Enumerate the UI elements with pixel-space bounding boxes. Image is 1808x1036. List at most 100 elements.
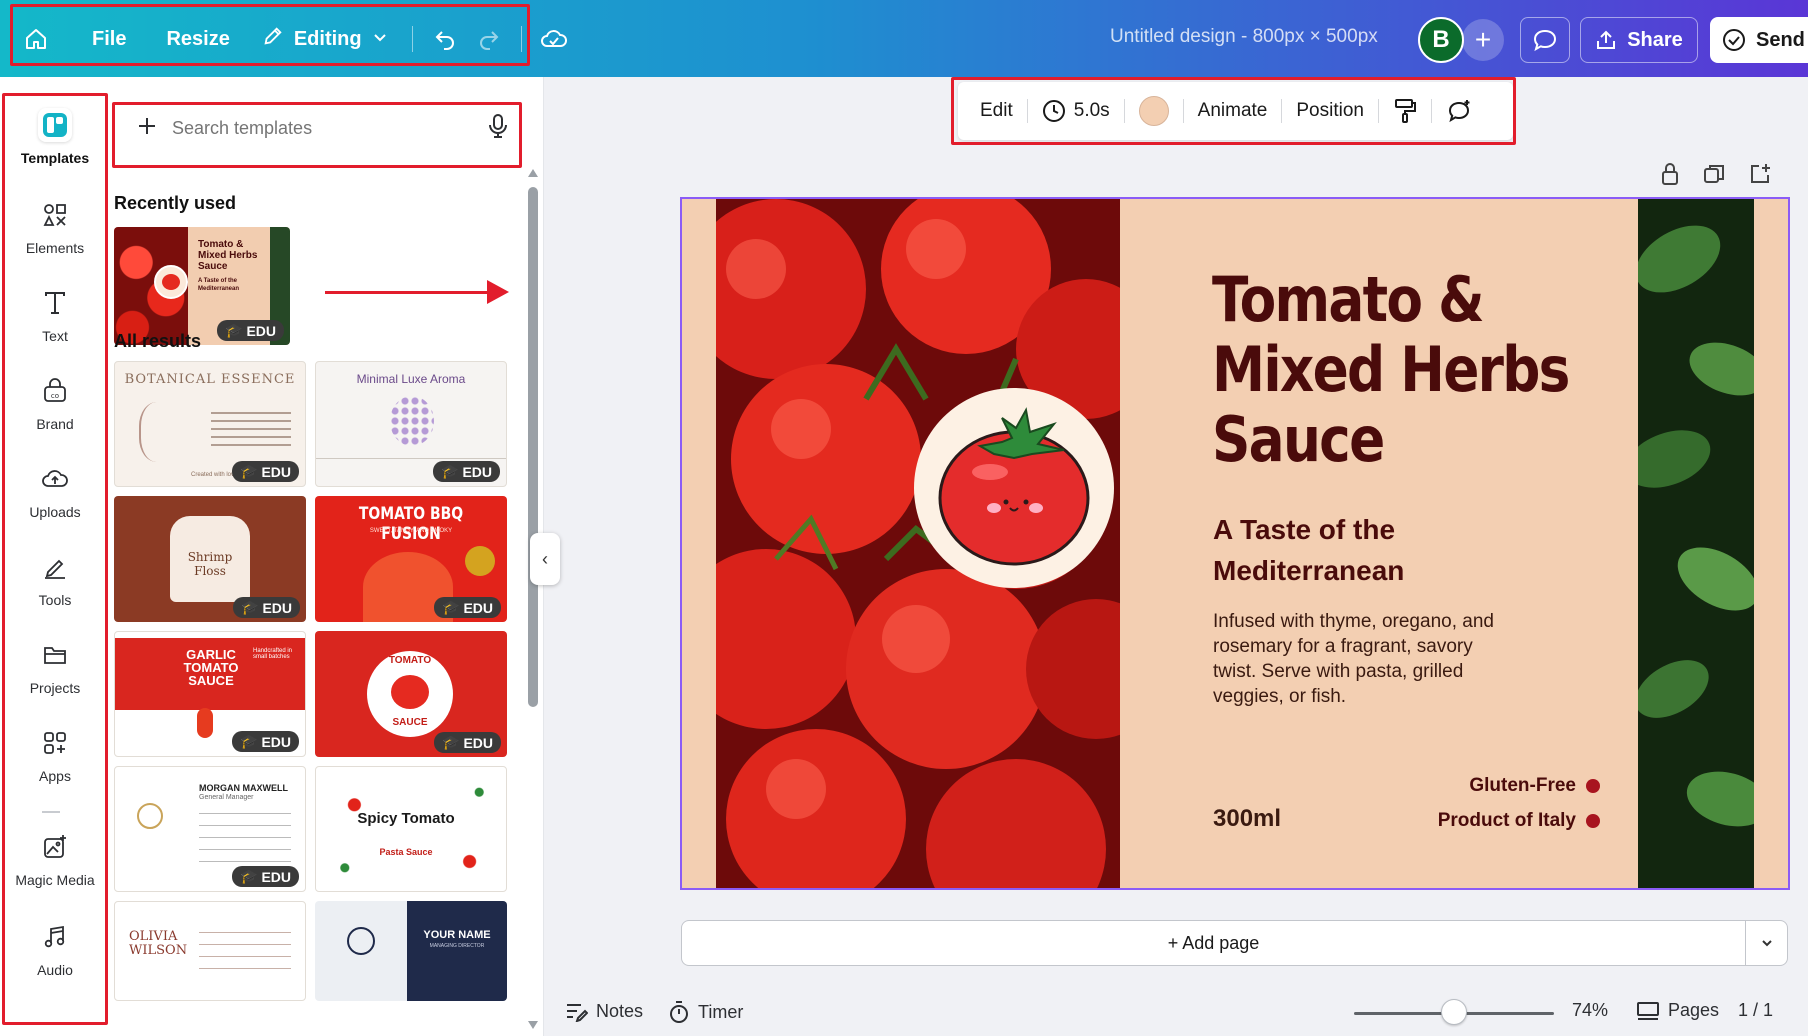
edu-label: EDU: [262, 599, 292, 616]
comments-button[interactable]: [1520, 17, 1570, 63]
toolbar-divider: [520, 26, 522, 52]
home-icon[interactable]: [14, 17, 58, 61]
thumb-sub: A Taste of the Mediterranean: [198, 277, 239, 293]
template-result[interactable]: TOMATO SAUCE 🎓 EDU: [315, 631, 507, 757]
position-button[interactable]: Position: [1282, 91, 1378, 131]
design-volume[interactable]: 300ml: [1213, 805, 1281, 833]
add-collaborator-button[interactable]: +: [1462, 19, 1504, 61]
editing-mode-dropdown[interactable]: Editing: [248, 17, 402, 61]
result-title: Shrimp Floss: [187, 550, 233, 578]
notes-button[interactable]: Notes: [564, 1000, 643, 1022]
chili-pattern: [316, 767, 506, 891]
template-result[interactable]: OLIVIA WILSON: [114, 901, 306, 1001]
share-upload-icon: [1597, 30, 1616, 49]
bottom-bar: Notes Timer 74% Pages 1 / 1: [544, 990, 1808, 1036]
add-page-icon[interactable]: [1748, 162, 1772, 191]
edu-badge: 🎓 EDU: [434, 732, 501, 753]
rail-item-brand[interactable]: co Brand: [0, 359, 110, 447]
rail-item-audio[interactable]: Audio: [0, 905, 110, 993]
scroll-down-arrow[interactable]: [528, 1021, 538, 1029]
result-title: MORGAN MAXWELL: [199, 783, 288, 793]
search-input[interactable]: [172, 117, 474, 139]
rail-item-text[interactable]: Text: [0, 271, 110, 359]
templates-panel: Recently used Tomato & Mixed Herbs Sauce…: [110, 77, 544, 1036]
template-result[interactable]: MORGAN MAXWELL General Manager 🎓 EDU: [114, 766, 306, 892]
notes-icon: [567, 1004, 588, 1022]
edit-button[interactable]: Edit: [966, 91, 1027, 131]
logo-mark: [137, 803, 163, 829]
text-icon: [38, 286, 72, 320]
collapse-panel-button[interactable]: ‹: [530, 533, 560, 585]
result-title: TOMATO: [388, 655, 432, 666]
magic-media-icon: [38, 830, 72, 864]
plus-icon: +: [1474, 24, 1492, 55]
resize-button[interactable]: Resize: [152, 17, 243, 61]
recent-template-thumbnail[interactable]: Tomato & Mixed Herbs Sauce A Taste of th…: [114, 227, 290, 345]
template-result[interactable]: Shrimp Floss 🎓 EDU: [114, 496, 306, 622]
product-of-italy-tag[interactable]: Product of Italy: [1438, 810, 1600, 832]
chevron-left-icon: ‹: [542, 548, 548, 569]
edu-badge: 🎓 EDU: [232, 866, 299, 887]
share-button[interactable]: Share: [1580, 17, 1698, 63]
document-title[interactable]: Untitled design - 800px × 500px: [1110, 26, 1378, 48]
rail-item-projects[interactable]: Projects: [0, 623, 110, 711]
rail-divider: [42, 811, 60, 813]
panel-scrollbar[interactable]: [528, 187, 538, 707]
rail-item-elements[interactable]: Elements: [0, 183, 110, 271]
check-circle-icon: [1723, 29, 1745, 51]
zoom-level[interactable]: 74%: [1572, 1000, 1608, 1021]
thumb-line: Sauce: [198, 261, 228, 272]
lock-icon[interactable]: [1660, 162, 1680, 191]
send-button[interactable]: Send: [1710, 17, 1808, 63]
design-body-text[interactable]: Infused with thyme, oregano, and rosemar…: [1213, 609, 1513, 709]
edu-label: EDU: [261, 733, 291, 750]
tomato-mascot-badge[interactable]: [914, 388, 1114, 588]
result-title: BOTANICAL ESSENCE: [124, 372, 296, 387]
redo-icon[interactable]: [467, 17, 511, 61]
template-result[interactable]: BOTANICAL ESSENCE Created with love 🎓 EDU: [114, 361, 306, 487]
duration-button[interactable]: 5.0s: [1028, 91, 1124, 131]
rail-item-apps[interactable]: Apps: [0, 711, 110, 799]
rail-item-templates[interactable]: Templates: [0, 93, 110, 181]
template-result[interactable]: TOMATO BBQ FUSION SWEET, TANGY, AND SMOK…: [315, 496, 507, 622]
template-result[interactable]: Spicy Tomato Pasta Sauce: [315, 766, 507, 892]
duplicate-icon[interactable]: [1702, 162, 1726, 191]
template-result[interactable]: Minimal Luxe Aroma 🎓 EDU: [315, 361, 507, 487]
undo-icon[interactable]: [423, 17, 467, 61]
template-result[interactable]: GARLIC TOMATO SAUCE Handcrafted in small…: [114, 631, 306, 757]
edu-label: EDU: [463, 599, 493, 616]
file-menu[interactable]: File: [78, 17, 140, 61]
zoom-slider-handle[interactable]: [1441, 999, 1467, 1025]
background-color-button[interactable]: [1125, 91, 1183, 131]
scroll-up-arrow[interactable]: [528, 169, 538, 177]
rail-item-uploads[interactable]: Uploads: [0, 447, 110, 535]
rail-item-magic-media[interactable]: Magic Media: [0, 815, 110, 903]
cloud-saved-icon[interactable]: [532, 17, 576, 61]
avatar[interactable]: B: [1418, 17, 1464, 63]
design-subtitle[interactable]: A Taste of the Mediterranean: [1213, 509, 1404, 591]
uploads-icon: [38, 462, 72, 496]
add-page-button[interactable]: + Add page: [681, 920, 1788, 966]
search-templates-field[interactable]: [122, 103, 522, 153]
animate-button[interactable]: Animate: [1184, 91, 1282, 131]
timer-button[interactable]: Timer: [668, 1000, 743, 1024]
template-result[interactable]: YOUR NAME MANAGING DIRECTOR: [315, 901, 507, 1001]
basil-photo[interactable]: [1638, 199, 1754, 888]
chili-illustration: [197, 708, 213, 738]
chevron-down-icon[interactable]: [1745, 921, 1787, 965]
tomato-icon: [162, 274, 180, 290]
gluten-free-tag[interactable]: Gluten-Free: [1469, 775, 1600, 797]
graduation-cap-icon: 🎓: [442, 734, 460, 750]
result-title: TOMATO BBQ FUSION: [358, 504, 464, 544]
design-page[interactable]: Tomato & Mixed Herbs Sauce A Taste of th…: [680, 197, 1790, 890]
result-lines: [211, 412, 291, 452]
share-label: Share: [1627, 28, 1683, 51]
thumb-line: Mixed Herbs: [198, 250, 258, 261]
design-title[interactable]: Tomato & Mixed Herbs Sauce: [1212, 265, 1570, 475]
paint-format-icon[interactable]: [1379, 91, 1431, 131]
rail-label: Templates: [20, 150, 90, 166]
rail-item-tools[interactable]: Tools: [0, 535, 110, 623]
pages-button[interactable]: Pages: [1636, 1000, 1719, 1021]
add-comment-icon[interactable]: [1432, 91, 1486, 131]
microphone-icon[interactable]: [488, 113, 508, 144]
